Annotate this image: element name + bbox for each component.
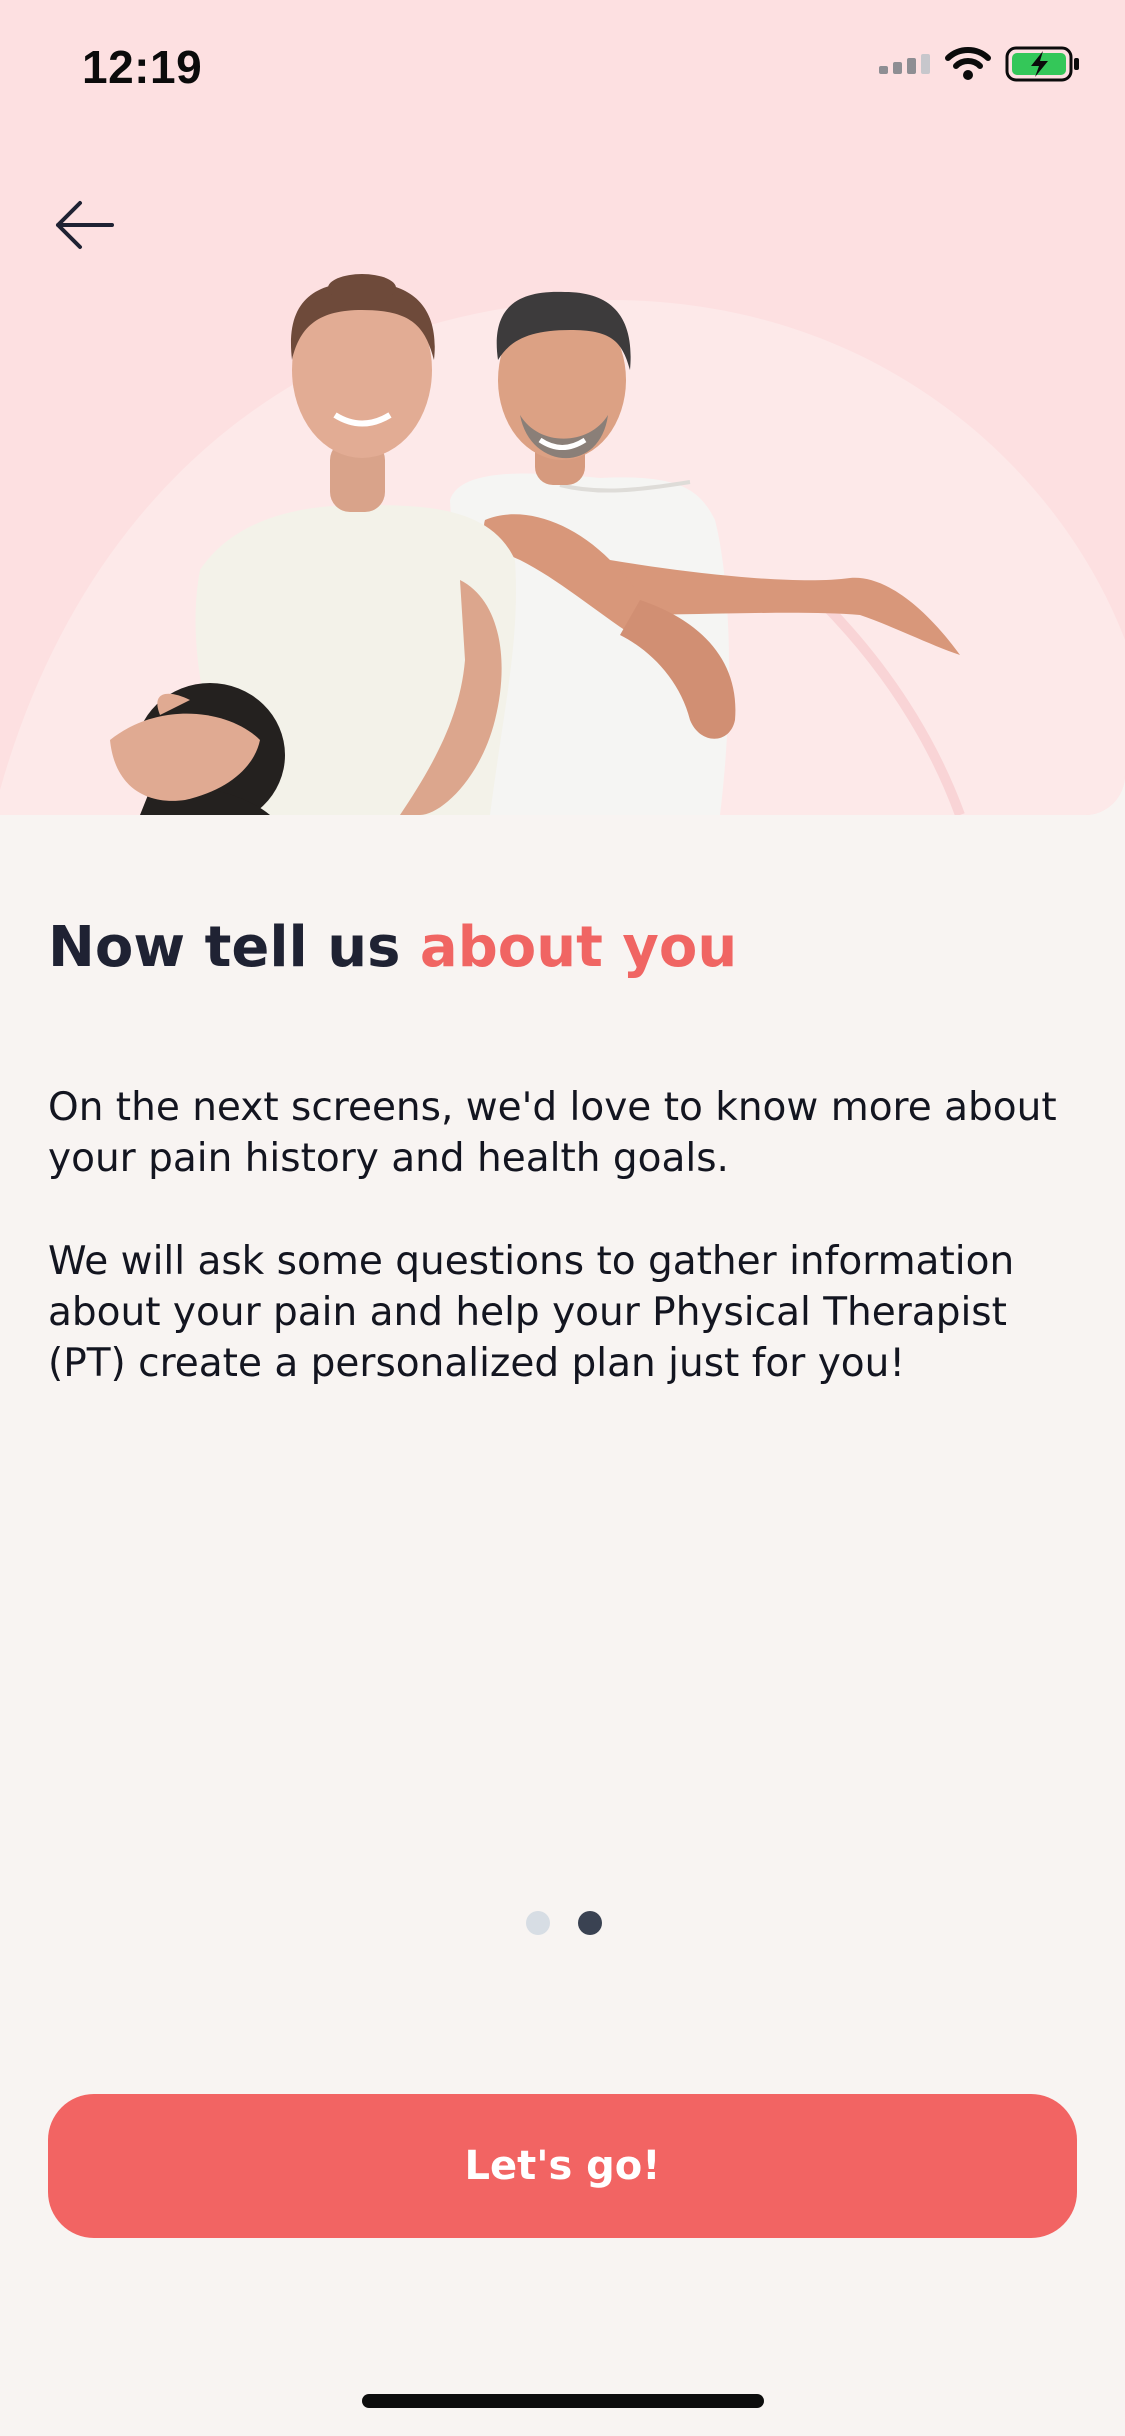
page-title-lead: Now tell us — [48, 915, 420, 980]
hero-banner: 12:19 — [0, 0, 1125, 815]
page-title-accent: about you — [419, 915, 738, 980]
lets-go-button[interactable]: Let's go! — [48, 2094, 1077, 2238]
intro-paragraph: On the next screens, we'd love to know m… — [48, 1085, 1057, 1181]
details-paragraph: We will ask some questions to gather inf… — [48, 1239, 1015, 1386]
woman-figure — [110, 274, 516, 815]
hero-people-image — [110, 274, 960, 815]
page-indicator — [0, 1911, 1125, 1935]
page-dot-1[interactable] — [525, 1911, 550, 1935]
page-title: Now tell us about you — [48, 912, 737, 984]
home-indicator[interactable] — [362, 2394, 764, 2408]
man-figure — [450, 291, 960, 815]
page-dot-2-active[interactable] — [577, 1911, 602, 1935]
